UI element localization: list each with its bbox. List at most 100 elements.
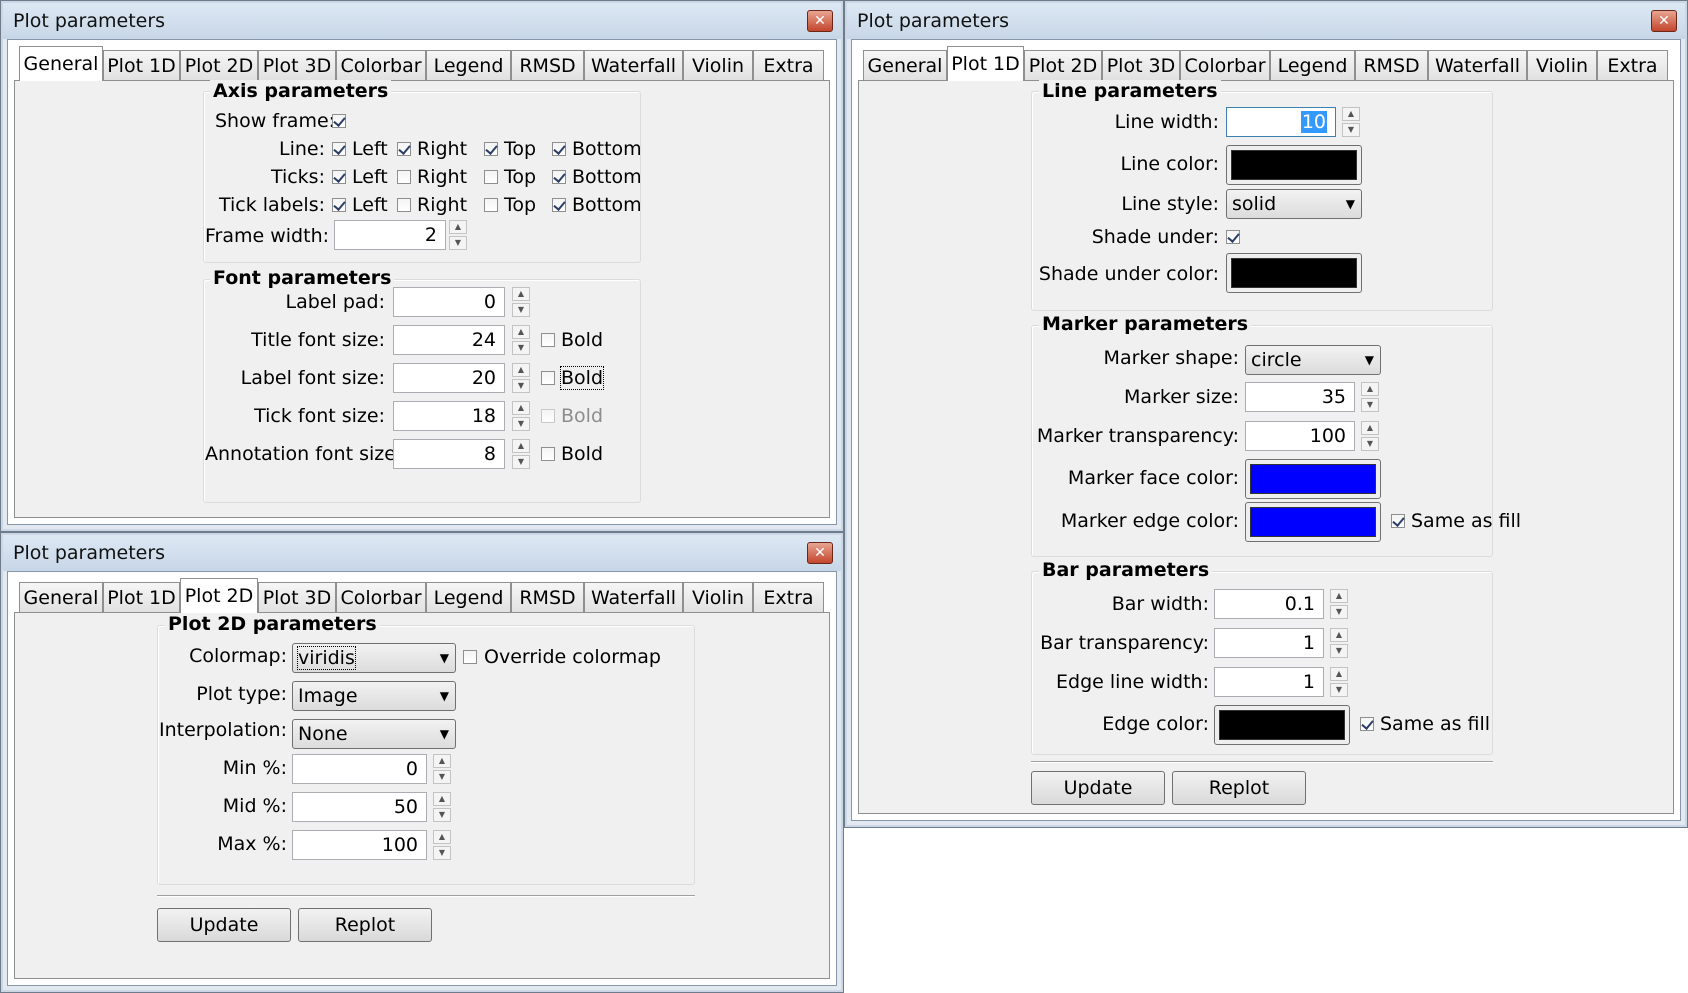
arrow-up-icon[interactable]: ▲ xyxy=(433,830,451,844)
label-pad-spinner[interactable]: ▲ ▼ xyxy=(512,287,530,317)
bar-transparency-input[interactable]: 1 xyxy=(1214,628,1324,658)
marker-same-as-fill-checkbox[interactable] xyxy=(1391,514,1405,528)
arrow-up-icon[interactable]: ▲ xyxy=(512,439,530,453)
arrow-up-icon[interactable]: ▲ xyxy=(1330,667,1348,681)
tab-general[interactable]: General xyxy=(19,46,103,81)
marker-shape-select[interactable]: circle ▼ xyxy=(1245,345,1381,375)
marker-transparency-spinner[interactable]: ▲ ▼ xyxy=(1361,421,1379,451)
tab-violin[interactable]: Violin xyxy=(683,50,753,80)
arrow-up-icon[interactable]: ▲ xyxy=(433,754,451,768)
line-right-checkbox[interactable] xyxy=(397,142,411,156)
ticks-top-checkbox[interactable] xyxy=(484,170,498,184)
arrow-down-icon[interactable]: ▼ xyxy=(1361,398,1379,412)
tick-labels-left-checkbox[interactable] xyxy=(332,198,346,212)
tab-extra[interactable]: Extra xyxy=(1597,50,1668,80)
arrow-down-icon[interactable]: ▼ xyxy=(512,379,530,393)
marker-face-color-button[interactable] xyxy=(1245,459,1381,499)
tab-general[interactable]: General xyxy=(19,582,103,612)
annotation-font-size-spinner[interactable]: ▲ ▼ xyxy=(512,439,530,469)
min-percent-input[interactable]: 0 xyxy=(292,754,427,784)
interpolation-select[interactable]: None ▼ xyxy=(292,719,456,749)
title-bold-checkbox[interactable] xyxy=(541,333,555,347)
line-color-button[interactable] xyxy=(1226,145,1362,185)
arrow-down-icon[interactable]: ▼ xyxy=(433,846,451,860)
arrow-down-icon[interactable]: ▼ xyxy=(1342,123,1360,137)
arrow-up-icon[interactable]: ▲ xyxy=(512,325,530,339)
tab-violin[interactable]: Violin xyxy=(1527,50,1597,80)
title-bar[interactable]: Plot parameters ✕ xyxy=(3,3,841,39)
close-button[interactable]: ✕ xyxy=(1651,10,1677,32)
ticks-left-checkbox[interactable] xyxy=(332,170,346,184)
title-bar[interactable]: Plot parameters ✕ xyxy=(3,535,841,571)
label-font-size-spinner[interactable]: ▲ ▼ xyxy=(512,363,530,393)
tab-waterfall[interactable]: Waterfall xyxy=(584,582,683,612)
marker-transparency-input[interactable]: 100 xyxy=(1245,421,1355,451)
override-colormap-checkbox[interactable] xyxy=(463,650,477,664)
min-percent-spinner[interactable]: ▲ ▼ xyxy=(433,754,451,784)
arrow-down-icon[interactable]: ▼ xyxy=(512,417,530,431)
tick-labels-top-checkbox[interactable] xyxy=(484,198,498,212)
tab-legend[interactable]: Legend xyxy=(426,50,511,80)
ticks-bottom-checkbox[interactable] xyxy=(552,170,566,184)
colormap-select[interactable]: viridis ▼ xyxy=(292,643,456,673)
arrow-up-icon[interactable]: ▲ xyxy=(1361,382,1379,396)
bar-same-as-fill-checkbox[interactable] xyxy=(1360,717,1374,731)
title-bar[interactable]: Plot parameters ✕ xyxy=(847,3,1685,39)
mid-percent-input[interactable]: 50 xyxy=(292,792,427,822)
tab-plot-2d[interactable]: Plot 2D xyxy=(180,578,258,613)
line-top-checkbox[interactable] xyxy=(484,142,498,156)
tick-bold-checkbox[interactable] xyxy=(541,409,555,423)
arrow-down-icon[interactable]: ▼ xyxy=(512,303,530,317)
arrow-down-icon[interactable]: ▼ xyxy=(449,236,467,250)
close-button[interactable]: ✕ xyxy=(807,542,833,564)
tab-violin[interactable]: Violin xyxy=(683,582,753,612)
tab-waterfall[interactable]: Waterfall xyxy=(584,50,683,80)
tab-rmsd[interactable]: RMSD xyxy=(511,50,584,80)
tab-plot-2d[interactable]: Plot 2D xyxy=(180,50,258,80)
arrow-down-icon[interactable]: ▼ xyxy=(1330,605,1348,619)
arrow-down-icon[interactable]: ▼ xyxy=(512,341,530,355)
arrow-down-icon[interactable]: ▼ xyxy=(1330,683,1348,697)
arrow-up-icon[interactable]: ▲ xyxy=(1330,628,1348,642)
arrow-up-icon[interactable]: ▲ xyxy=(433,792,451,806)
arrow-down-icon[interactable]: ▼ xyxy=(433,808,451,822)
bar-width-input[interactable]: 0.1 xyxy=(1214,589,1324,619)
annotation-bold-checkbox[interactable] xyxy=(541,447,555,461)
shade-under-checkbox[interactable] xyxy=(1226,230,1240,244)
line-width-spinner[interactable]: ▲ ▼ xyxy=(1342,107,1360,137)
frame-width-input[interactable]: 2 xyxy=(334,220,446,250)
edge-line-width-input[interactable]: 1 xyxy=(1214,667,1324,697)
arrow-up-icon[interactable]: ▲ xyxy=(512,287,530,301)
line-width-input[interactable]: 10 xyxy=(1226,107,1336,137)
max-percent-spinner[interactable]: ▲ ▼ xyxy=(433,830,451,860)
arrow-down-icon[interactable]: ▼ xyxy=(433,770,451,784)
title-font-size-input[interactable]: 24 xyxy=(393,325,505,355)
arrow-down-icon[interactable]: ▼ xyxy=(512,455,530,469)
update-button[interactable]: Update xyxy=(157,908,291,942)
tab-general[interactable]: General xyxy=(863,50,947,80)
update-button[interactable]: Update xyxy=(1031,771,1165,805)
edge-line-width-spinner[interactable]: ▲ ▼ xyxy=(1330,667,1348,697)
arrow-down-icon[interactable]: ▼ xyxy=(1330,644,1348,658)
marker-size-input[interactable]: 35 xyxy=(1245,382,1355,412)
tick-font-size-spinner[interactable]: ▲ ▼ xyxy=(512,401,530,431)
tab-rmsd[interactable]: RMSD xyxy=(1355,50,1428,80)
bar-transparency-spinner[interactable]: ▲ ▼ xyxy=(1330,628,1348,658)
annotation-font-size-input[interactable]: 8 xyxy=(393,439,505,469)
title-font-size-spinner[interactable]: ▲ ▼ xyxy=(512,325,530,355)
arrow-down-icon[interactable]: ▼ xyxy=(1361,437,1379,451)
label-font-size-input[interactable]: 20 xyxy=(393,363,505,393)
line-style-select[interactable]: solid ▼ xyxy=(1226,189,1362,219)
tab-plot-3d[interactable]: Plot 3D xyxy=(258,582,336,612)
tab-plot-3d[interactable]: Plot 3D xyxy=(258,50,336,80)
label-pad-input[interactable]: 0 xyxy=(393,287,505,317)
shade-under-color-button[interactable] xyxy=(1226,253,1362,293)
show-frame-checkbox[interactable] xyxy=(332,114,346,128)
edge-color-button[interactable] xyxy=(1214,705,1350,745)
tab-plot-2d[interactable]: Plot 2D xyxy=(1024,50,1102,80)
tab-extra[interactable]: Extra xyxy=(753,50,824,80)
marker-edge-color-button[interactable] xyxy=(1245,502,1381,542)
close-button[interactable]: ✕ xyxy=(807,10,833,32)
tab-extra[interactable]: Extra xyxy=(753,582,824,612)
arrow-up-icon[interactable]: ▲ xyxy=(512,401,530,415)
